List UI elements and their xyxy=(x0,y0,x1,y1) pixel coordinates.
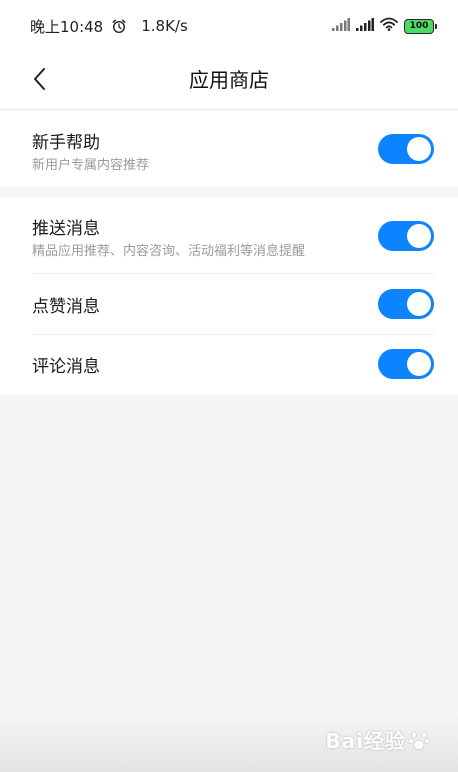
status-left: 晚上10:48 1.8K/s xyxy=(30,16,188,37)
back-button[interactable] xyxy=(22,64,56,98)
setting-row-comments[interactable]: 评论消息 xyxy=(0,335,458,395)
setting-row-push[interactable]: 推送消息 精品应用推荐、内容咨询、活动福利等消息提醒 xyxy=(0,197,458,273)
net-speed: 1.8K/s xyxy=(141,17,188,35)
comments-toggle[interactable] xyxy=(378,349,434,379)
toggle-knob xyxy=(407,292,431,316)
alarm-icon xyxy=(111,18,127,34)
signal-icon xyxy=(332,17,350,35)
page-title: 应用商店 xyxy=(189,68,269,92)
setting-title: 新手帮助 xyxy=(32,133,100,153)
newbie-toggle[interactable] xyxy=(378,134,434,164)
likes-toggle[interactable] xyxy=(378,289,434,319)
push-toggle[interactable] xyxy=(378,221,434,251)
setting-subtitle: 精品应用推荐、内容咨询、活动福利等消息提醒 xyxy=(32,244,306,259)
toggle-knob xyxy=(407,137,431,161)
toggle-knob xyxy=(407,224,431,248)
status-bar: 晚上10:48 1.8K/s 100 xyxy=(0,0,458,52)
setting-title: 评论消息 xyxy=(32,357,100,377)
settings-card-newbie: 新手帮助 新用户专属内容推荐 xyxy=(0,111,458,187)
paw-icon xyxy=(408,729,430,751)
chevron-left-icon xyxy=(32,67,46,95)
status-right: 100 xyxy=(332,17,437,35)
watermark-text: Bai经验 xyxy=(325,729,406,753)
status-time: 晚上10:48 xyxy=(30,17,104,36)
nav-bar: 应用商店 xyxy=(0,52,458,110)
setting-title: 点赞消息 xyxy=(32,297,100,317)
wifi-icon xyxy=(380,17,398,35)
signal-icon xyxy=(356,17,374,35)
setting-subtitle: 新用户专属内容推荐 xyxy=(32,158,150,173)
watermark: Bai经验 xyxy=(325,725,430,754)
setting-row-newbie[interactable]: 新手帮助 新用户专属内容推荐 xyxy=(0,111,458,187)
settings-card-messages: 推送消息 精品应用推荐、内容咨询、活动福利等消息提醒 点赞消息 评论消息 xyxy=(0,197,458,395)
toggle-knob xyxy=(407,352,431,376)
battery-icon: 100 xyxy=(404,18,437,34)
setting-title: 推送消息 xyxy=(32,219,100,239)
setting-row-likes[interactable]: 点赞消息 xyxy=(0,274,458,334)
